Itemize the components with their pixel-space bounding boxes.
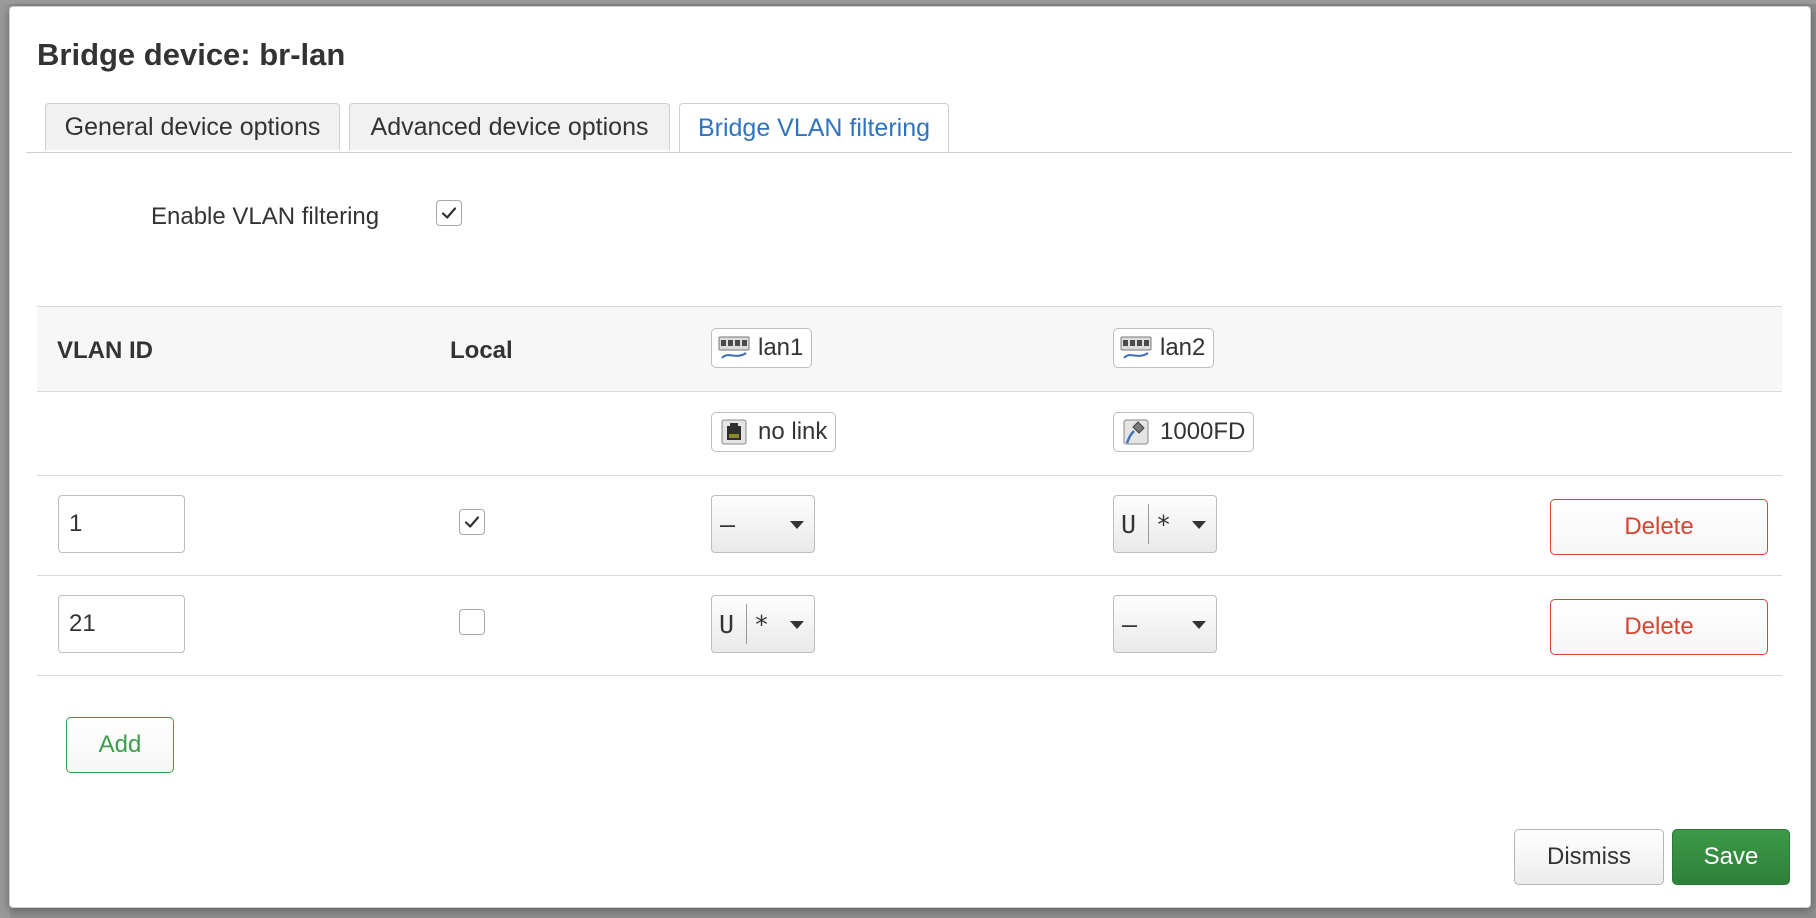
column-header-local: Local bbox=[450, 337, 513, 364]
lan2-tag-value: U bbox=[1121, 510, 1137, 539]
tab-bar: General device options Advanced device o… bbox=[26, 97, 1792, 153]
chevron-down-icon bbox=[1192, 521, 1206, 529]
lan2-membership-select[interactable]: U * bbox=[1113, 495, 1217, 553]
vlan-row: U * – Delete bbox=[37, 576, 1782, 676]
port-badge-lan2: lan2 bbox=[1113, 328, 1215, 368]
enable-vlan-filtering-checkbox[interactable] bbox=[436, 200, 462, 226]
checkmark-icon bbox=[464, 516, 480, 528]
tab-advanced-device-options[interactable]: Advanced device options bbox=[349, 103, 670, 150]
lan1-pvid-value: * bbox=[754, 610, 770, 639]
dialog-title: Bridge device: br-lan bbox=[37, 37, 346, 72]
dismiss-button[interactable]: Dismiss bbox=[1514, 829, 1664, 885]
port-no-link-icon bbox=[718, 418, 750, 446]
port-name-lan1: lan1 bbox=[758, 334, 804, 361]
vlan-row: – U * Delete bbox=[37, 476, 1782, 576]
add-vlan-button[interactable]: Add bbox=[66, 717, 174, 773]
lan2-pvid-value: * bbox=[1156, 510, 1172, 539]
lan1-membership-select[interactable]: – bbox=[711, 495, 815, 553]
local-checkbox[interactable] bbox=[459, 509, 485, 535]
vlan-id-input[interactable] bbox=[58, 495, 185, 553]
bridge-device-dialog: Bridge device: br-lan General device opt… bbox=[9, 6, 1811, 908]
column-header-vlan-id: VLAN ID bbox=[57, 337, 153, 364]
chevron-down-icon bbox=[1192, 621, 1206, 629]
lan1-tag-value: – bbox=[720, 510, 736, 539]
enable-vlan-filtering-label: Enable VLAN filtering bbox=[151, 203, 380, 230]
port-name-lan2: lan2 bbox=[1160, 334, 1206, 361]
select-divider bbox=[1148, 504, 1149, 544]
ethernet-port-icon bbox=[1120, 334, 1152, 362]
port-badge-lan1: lan1 bbox=[711, 328, 813, 368]
port-status-text-lan1: no link bbox=[758, 418, 828, 445]
lan2-membership-select[interactable]: – bbox=[1113, 595, 1217, 653]
save-button[interactable]: Save bbox=[1672, 829, 1790, 885]
tab-general-device-options[interactable]: General device options bbox=[45, 103, 340, 150]
port-status-text-lan2: 1000FD bbox=[1160, 418, 1246, 445]
lan1-tag-value: U bbox=[719, 610, 735, 639]
tab-bridge-vlan-filtering[interactable]: Bridge VLAN filtering bbox=[679, 103, 949, 152]
chevron-down-icon bbox=[790, 621, 804, 629]
local-checkbox[interactable] bbox=[459, 609, 485, 635]
port-status-row: no link 1000FD bbox=[37, 391, 1782, 476]
delete-button[interactable]: Delete bbox=[1550, 499, 1768, 555]
checkmark-icon bbox=[441, 207, 457, 219]
ethernet-port-icon bbox=[718, 334, 750, 362]
port-connected-icon bbox=[1120, 418, 1152, 446]
delete-button[interactable]: Delete bbox=[1550, 599, 1768, 655]
page-backdrop-top bbox=[0, 0, 1816, 4]
lan1-membership-select[interactable]: U * bbox=[711, 595, 815, 653]
vlan-table-header: VLAN ID Local lan1 lan2 bbox=[37, 306, 1782, 392]
port-status-lan1: no link bbox=[711, 412, 837, 452]
select-divider bbox=[746, 604, 747, 644]
vlan-id-input[interactable] bbox=[58, 595, 185, 653]
lan2-tag-value: – bbox=[1122, 610, 1138, 639]
port-status-lan2: 1000FD bbox=[1113, 412, 1255, 452]
chevron-down-icon bbox=[790, 521, 804, 529]
